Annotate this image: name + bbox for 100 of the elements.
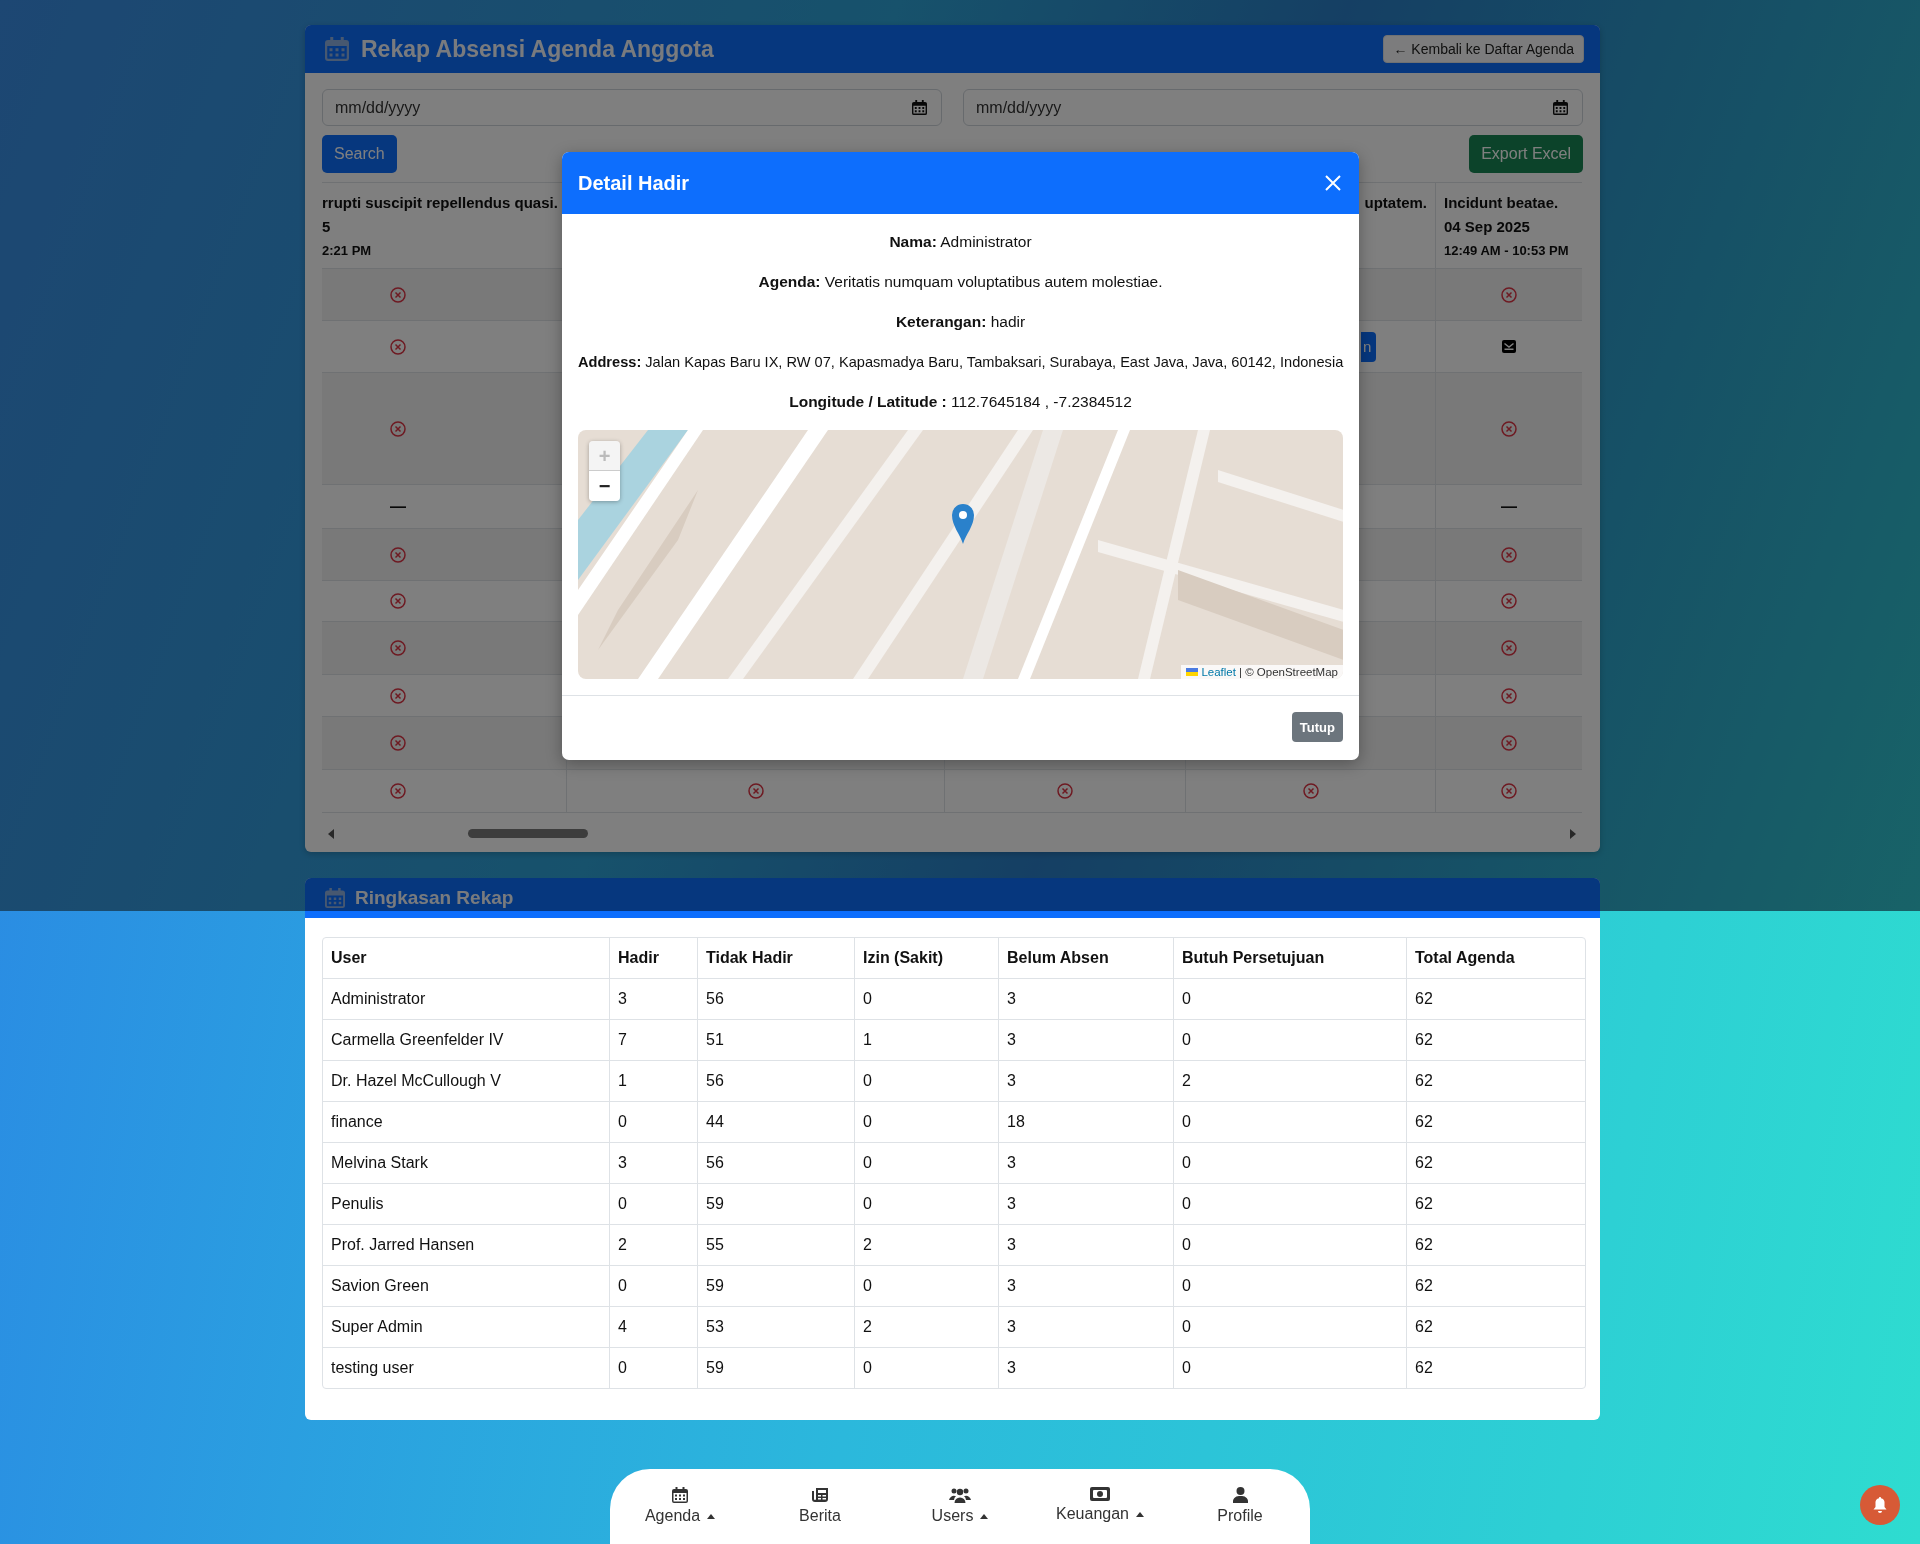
table-cell: Penulis — [323, 1184, 610, 1224]
table-cell: 44 — [698, 1102, 855, 1142]
table-cell: 1 — [610, 1061, 698, 1101]
table-cell-text: 62 — [1414, 1153, 1434, 1173]
table-cell: Savion Green — [323, 1266, 610, 1306]
column-header: Total Agenda — [1414, 948, 1516, 968]
flag-icon — [1186, 668, 1199, 676]
absent-icon — [390, 783, 406, 799]
table-cell: 0 — [855, 1348, 999, 1388]
calendar-icon — [672, 1487, 688, 1503]
table-cell-text: 62 — [1414, 1071, 1434, 1091]
table-cell: 56 — [698, 979, 855, 1019]
column-header: Butuh Persetujuan — [1174, 938, 1407, 978]
notification-button[interactable] — [1860, 1485, 1900, 1525]
modal-title: Detail Hadir — [578, 171, 690, 195]
table-cell-text: 62 — [1414, 1358, 1434, 1378]
nav-item[interactable]: Agenda — [610, 1469, 750, 1544]
table-cell: 55 — [698, 1225, 855, 1265]
attribution-text: | © OpenStreetMap — [1238, 666, 1338, 678]
table-cell: 2 — [610, 1225, 698, 1265]
leaflet-link[interactable]: Leaflet — [1201, 666, 1236, 678]
table-cell: 53 — [698, 1307, 855, 1347]
table-cell: 51 — [698, 1020, 855, 1060]
absent-icon — [1501, 420, 1517, 437]
table-cell-text: 62 — [1414, 1112, 1434, 1132]
zoom-button[interactable]: − — [589, 471, 620, 501]
table-cell: 0 — [855, 1102, 999, 1142]
back-button[interactable]: ← Kembali ke Daftar Agenda — [1383, 35, 1584, 63]
table-cell: Prof. Jarred Hansen — [323, 1225, 610, 1265]
table-cell: 0 — [1174, 1184, 1407, 1224]
table-cell: 3 — [610, 1143, 698, 1183]
absent-icon — [390, 735, 406, 751]
table-cell: 0 — [610, 1184, 698, 1224]
absent-icon — [1501, 687, 1517, 704]
table-cell: Super Admin — [323, 1307, 610, 1347]
nav-item[interactable]: Keuangan — [1030, 1469, 1170, 1544]
column-header: Tidak Hadir — [698, 938, 855, 978]
absent-icon — [1501, 783, 1517, 799]
table-cell: 0 — [855, 1143, 999, 1183]
nav-item[interactable]: Berita — [750, 1469, 890, 1544]
export-button[interactable]: Export Excel — [1469, 135, 1583, 173]
table-cell: 0 — [1174, 1143, 1407, 1183]
nav-item[interactable]: Profile — [1170, 1469, 1310, 1544]
table-cell: 0 — [1174, 1225, 1407, 1265]
absent-icon — [390, 338, 406, 355]
table-cell: 0 — [1174, 1102, 1407, 1142]
table-cell-text: 62 — [1414, 989, 1434, 1009]
column-header: User — [323, 938, 610, 978]
search-button[interactable]: Search — [322, 135, 397, 173]
calendar-icon — [325, 37, 349, 61]
users-icon — [949, 1487, 971, 1503]
date-field[interactable]: mm/dd/yyyy — [322, 89, 942, 126]
calendar-icon — [325, 888, 345, 908]
date-field[interactable]: mm/dd/yyyy — [963, 89, 1583, 126]
table-cell: 56 — [698, 1061, 855, 1101]
table-cell: Administrator — [323, 979, 610, 1019]
close-button[interactable] — [1323, 173, 1343, 193]
table-cell: finance — [323, 1102, 610, 1142]
close-button[interactable]: Tutup — [1291, 712, 1343, 742]
table-cell: 0 — [610, 1102, 698, 1142]
action-button[interactable]: n — [1361, 331, 1377, 362]
table-cell: 0 — [855, 1184, 999, 1224]
card-title: Ringkasan Rekap — [355, 887, 514, 909]
column-header: Belum Absen — [999, 938, 1174, 978]
table-cell: 2 — [855, 1307, 999, 1347]
calendar-icon — [1553, 100, 1568, 115]
detail-text: Longitude / Latitude : 112.7645184 , -7.2384512 — [788, 392, 1133, 412]
absent-icon — [1501, 546, 1517, 563]
table-cell-text: 62 — [1414, 1276, 1434, 1296]
table-cell: 18 — [999, 1102, 1174, 1142]
table-cell: 3 — [999, 1061, 1174, 1101]
table-cell: Melvina Stark — [323, 1143, 610, 1183]
table-cell: 3 — [610, 979, 698, 1019]
table-cell: 0 — [1174, 1020, 1407, 1060]
table-cell: 3 — [999, 1307, 1174, 1347]
nav-item[interactable]: Users — [890, 1469, 1030, 1544]
calendar-icon — [912, 100, 927, 115]
column-header: Izin (Sakit) — [855, 938, 999, 978]
absent-icon — [390, 286, 406, 303]
table-cell: 0 — [1174, 1266, 1407, 1306]
absent-icon — [747, 783, 764, 799]
table-cell: 3 — [999, 979, 1174, 1019]
marker-icon — [952, 504, 974, 544]
detail-text: Keterangan: hadir — [894, 312, 1027, 332]
dash-text: — — [390, 497, 406, 516]
envelope-icon — [1502, 340, 1516, 353]
absent-icon — [390, 640, 406, 656]
table-cell: 3 — [999, 1225, 1174, 1265]
table-cell: 0 — [1174, 1307, 1407, 1347]
table-cell-text: 62 — [1414, 1194, 1434, 1214]
table-cell: Dr. Hazel McCullough V — [323, 1061, 610, 1101]
table-cell: 0 — [1174, 1348, 1407, 1388]
table-cell: 56 — [698, 1143, 855, 1183]
absent-icon — [1501, 735, 1517, 751]
absent-icon — [1501, 286, 1517, 303]
table-cell: 3 — [999, 1184, 1174, 1224]
user-icon — [1232, 1487, 1248, 1503]
absent-icon — [390, 593, 406, 609]
column-header: Hadir — [610, 938, 698, 978]
money-icon — [1090, 1487, 1110, 1501]
